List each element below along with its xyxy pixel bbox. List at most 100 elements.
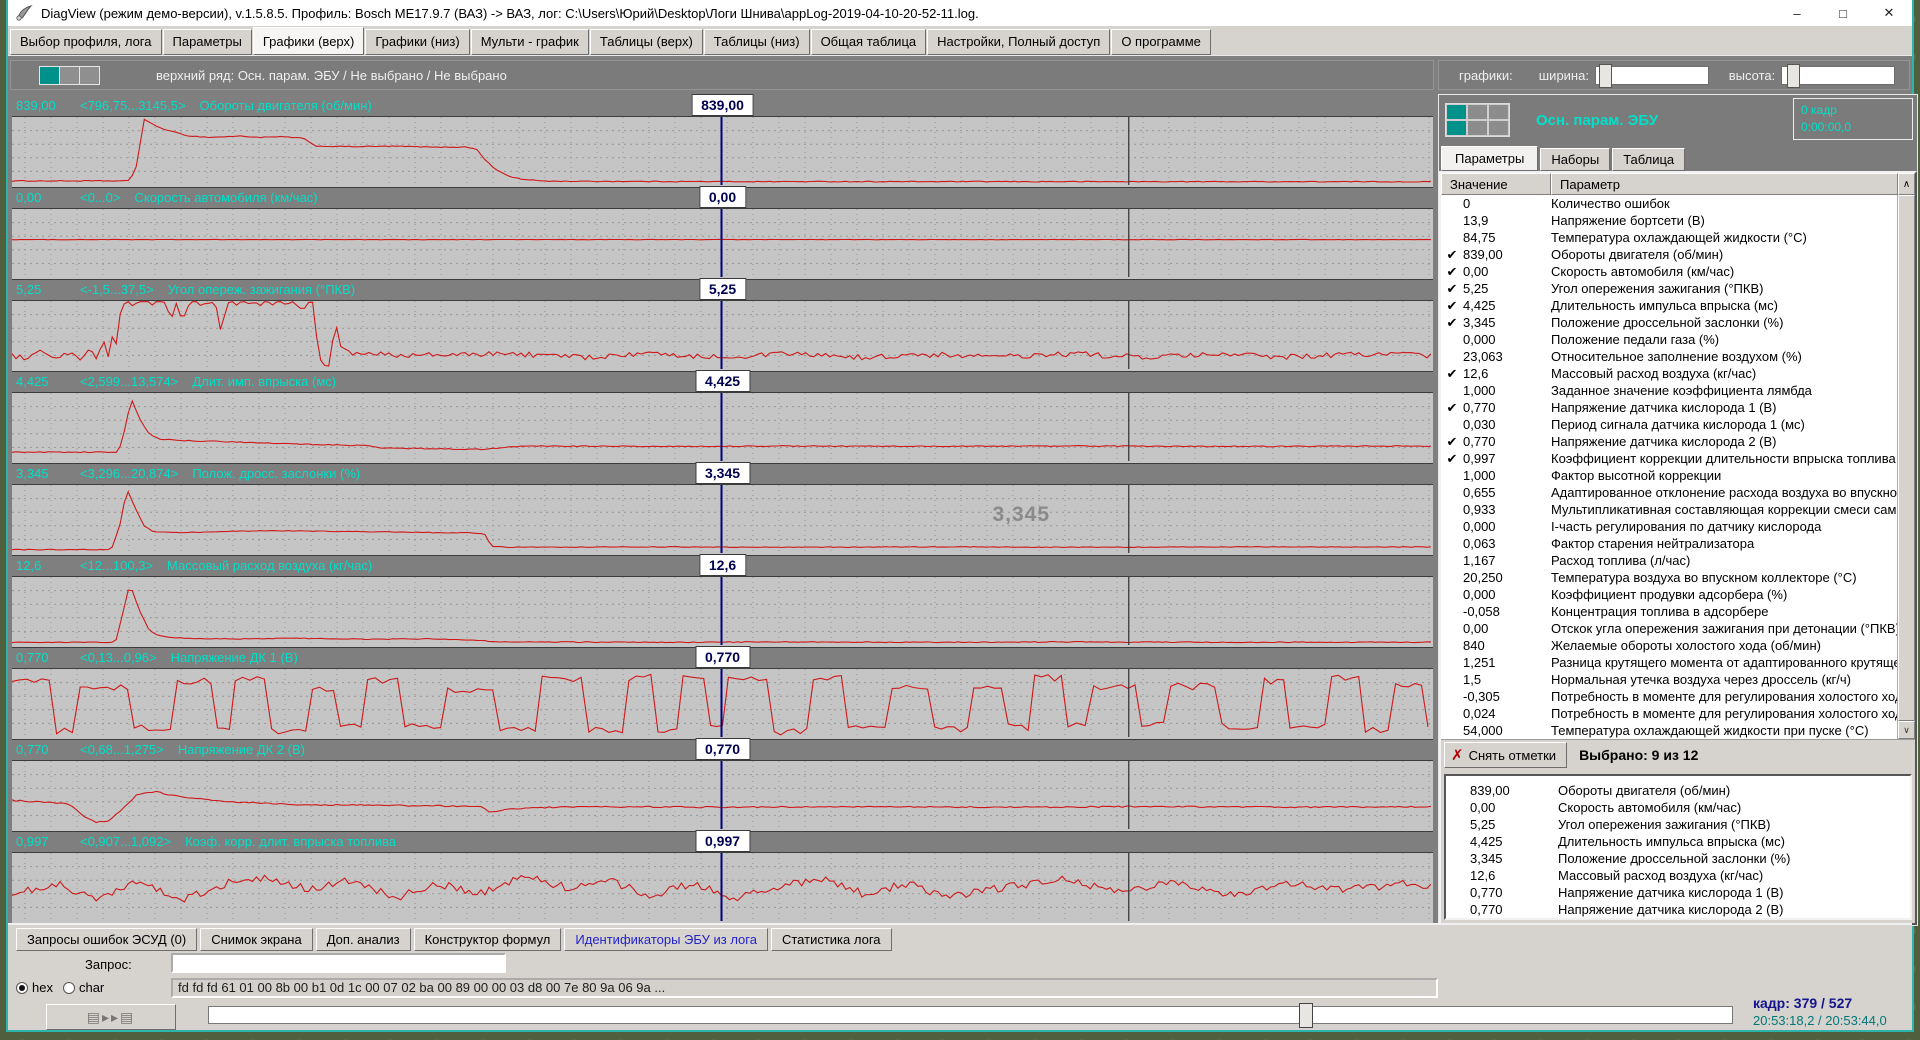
table-row[interactable]: 0,00Отскок угла опережения зажигания при…: [1441, 620, 1897, 637]
graph-plot[interactable]: [12, 576, 1433, 648]
graph-plot[interactable]: [12, 760, 1433, 832]
table-row[interactable]: 840Желаемые обороты холостого хода (об/м…: [1441, 637, 1897, 654]
bottom-tab-3[interactable]: Конструктор формул: [414, 928, 562, 951]
clear-marks-button[interactable]: ✗ Снять отметки: [1444, 742, 1567, 768]
graph-plot[interactable]: [12, 668, 1433, 740]
menu-tab-9[interactable]: О программе: [1111, 29, 1211, 55]
graph-plot[interactable]: [12, 852, 1433, 924]
table-row[interactable]: ✔5,25Угол опережения зажигания (°ПКВ): [1441, 280, 1897, 297]
table-row[interactable]: 0,000I-часть регулирования по датчику ки…: [1441, 518, 1897, 535]
table-row[interactable]: 0Количество ошибок: [1441, 195, 1897, 212]
scroll-down-button[interactable]: ∨: [1898, 721, 1915, 739]
graph-plot[interactable]: 3,345: [12, 484, 1433, 556]
hex-data-field[interactable]: fd fd fd 61 01 00 8b 00 b1 0d 1c 00 07 0…: [171, 978, 1438, 998]
table-row[interactable]: 0,933Мультипликативная составляющая корр…: [1441, 501, 1897, 518]
graph-height-slider-thumb[interactable]: [1787, 64, 1800, 88]
table-row[interactable]: 1,000Заданное значение коэффициента лямб…: [1441, 382, 1897, 399]
table-row[interactable]: 0,024Потребность в моменте для регулиров…: [1441, 705, 1897, 722]
menu-tab-6[interactable]: Таблицы (низ): [704, 29, 810, 55]
graph-plot[interactable]: [12, 116, 1433, 188]
panel-slot-top-1[interactable]: [1446, 104, 1467, 120]
graph-slot-3-button[interactable]: [80, 67, 99, 84]
column-header-value[interactable]: Значение: [1441, 173, 1551, 195]
row-parameter: Концентрация топлива в адсорбере: [1551, 604, 1897, 619]
scroll-up-button[interactable]: ∧: [1898, 173, 1915, 195]
table-row[interactable]: 13,9Напряжение бортсети (В): [1441, 212, 1897, 229]
query-input[interactable]: [171, 953, 506, 973]
table-row[interactable]: 1,5Нормальная утечка воздуха через дросс…: [1441, 671, 1897, 688]
menu-tab-7[interactable]: Общая таблица: [811, 29, 927, 55]
bottom-tab-1[interactable]: Снимок экрана: [200, 928, 313, 951]
menu-tab-1[interactable]: Параметры: [163, 29, 252, 55]
hex-radio[interactable]: [16, 982, 28, 994]
parameters-scrollbar[interactable]: ∨: [1897, 195, 1915, 739]
menu-tab-0[interactable]: Выбор профиля, лога: [10, 29, 162, 55]
graph-title: Коэф. корр. длит. впрыска топлива: [185, 834, 396, 849]
table-row[interactable]: ✔839,00Обороты двигателя (об/мин): [1441, 246, 1897, 263]
bottom-tab-0[interactable]: Запросы ошибок ЭСУД (0): [16, 928, 197, 951]
table-row[interactable]: 0,063Фактор старения нейтрализатора: [1441, 535, 1897, 552]
table-row[interactable]: 84,75Температура охлаждающей жидкости (°…: [1441, 229, 1897, 246]
bottom-tab-2[interactable]: Доп. анализ: [316, 928, 411, 951]
table-row[interactable]: ✔12,6Массовый расход воздуха (кг/час): [1441, 365, 1897, 382]
panel-slot-top-2[interactable]: [1467, 104, 1488, 120]
graph-plot[interactable]: [12, 300, 1433, 372]
maximize-button[interactable]: □: [1820, 0, 1866, 26]
menu-tab-3[interactable]: Графики (низ): [365, 29, 469, 55]
table-row[interactable]: 1,167Расход топлива (л/час): [1441, 552, 1897, 569]
timeline-slider[interactable]: [208, 1006, 1733, 1024]
tab-parameters[interactable]: Параметры: [1441, 146, 1538, 171]
table-row[interactable]: ✔0,997Коэффициент коррекции длительности…: [1441, 450, 1897, 467]
graph-panel-2: 0,00<0...0>Скорость автомобиля (км/час)0…: [12, 186, 1433, 278]
checkmark-icon: ✔: [1441, 264, 1463, 280]
table-row[interactable]: -0,058Концентрация топлива в адсорбере: [1441, 603, 1897, 620]
graph-height-slider[interactable]: [1781, 66, 1895, 85]
menu-tab-8[interactable]: Настройки, Полный доступ: [927, 29, 1110, 55]
bottom-tab-5[interactable]: Статистика лога: [771, 928, 892, 951]
graph-width-slider-thumb[interactable]: [1599, 64, 1612, 88]
menu-tab-4[interactable]: Мульти - график: [471, 29, 589, 55]
summary-parameter: Обороты двигателя (об/мин): [1558, 783, 1910, 798]
tab-table[interactable]: Таблица: [1612, 148, 1685, 171]
table-row[interactable]: 1,000Фактор высотной коррекции: [1441, 467, 1897, 484]
signal-plot-svg: [12, 669, 1431, 737]
minimize-button[interactable]: –: [1774, 0, 1820, 26]
bottom-tab-4[interactable]: Идентификаторы ЭБУ из лога: [564, 928, 768, 951]
graph-slot-2-button[interactable]: [60, 67, 80, 84]
column-header-parameter[interactable]: Параметр: [1551, 173, 1898, 195]
char-radio[interactable]: [63, 982, 75, 994]
scrollbar-thumb[interactable]: [1898, 195, 1915, 721]
timeline-thumb[interactable]: [1299, 1003, 1313, 1028]
table-row[interactable]: 1,251Разница крутящего момента от адапти…: [1441, 654, 1897, 671]
table-row[interactable]: 0,000Положение педали газа (%): [1441, 331, 1897, 348]
close-button[interactable]: ✕: [1866, 0, 1912, 26]
graph-plot[interactable]: [12, 392, 1433, 464]
table-row[interactable]: ✔0,00Скорость автомобиля (км/час): [1441, 263, 1897, 280]
table-row[interactable]: ✔3,345Положение дроссельной заслонки (%): [1441, 314, 1897, 331]
table-row[interactable]: 0,655Адаптированное отклонение расхода в…: [1441, 484, 1897, 501]
summary-value: 3,345: [1446, 851, 1558, 866]
table-row[interactable]: 54,000Температура охлаждающей жидкости п…: [1441, 722, 1897, 739]
panel-slot-bottom-1[interactable]: [1446, 120, 1467, 136]
row-value: 0,030: [1463, 417, 1551, 432]
graph-width-slider[interactable]: [1595, 66, 1709, 85]
graph-plot[interactable]: [12, 208, 1433, 280]
table-row[interactable]: 20,250Температура воздуха во впускном ко…: [1441, 569, 1897, 586]
log-playback-button[interactable]: ▤▸▸▤: [46, 1004, 176, 1030]
table-row[interactable]: 0,000Коэффициент продувки адсорбера (%): [1441, 586, 1897, 603]
menu-tab-5[interactable]: Таблицы (верх): [590, 29, 703, 55]
row-parameter: Период сигнала датчика кислорода 1 (мс): [1551, 417, 1897, 432]
table-row[interactable]: ✔4,425Длительность импульса впрыска (мс): [1441, 297, 1897, 314]
panel-slot-bottom-2[interactable]: [1467, 120, 1488, 136]
table-row[interactable]: 23,063Относительное заполнение воздухом …: [1441, 348, 1897, 365]
menu-tab-2[interactable]: Графики (верх): [253, 27, 365, 55]
table-row[interactable]: ✔0,770Напряжение датчика кислорода 1 (В): [1441, 399, 1897, 416]
panel-slot-top-3[interactable]: [1488, 104, 1509, 120]
panel-slot-bottom-3[interactable]: [1488, 120, 1509, 136]
table-row[interactable]: 0,030Период сигнала датчика кислорода 1 …: [1441, 416, 1897, 433]
graph-slot-1-button[interactable]: [40, 67, 60, 84]
app-icon: [14, 3, 34, 23]
table-row[interactable]: -0,305Потребность в моменте для регулиро…: [1441, 688, 1897, 705]
table-row[interactable]: ✔0,770Напряжение датчика кислорода 2 (В): [1441, 433, 1897, 450]
tab-sets[interactable]: Наборы: [1540, 148, 1610, 171]
